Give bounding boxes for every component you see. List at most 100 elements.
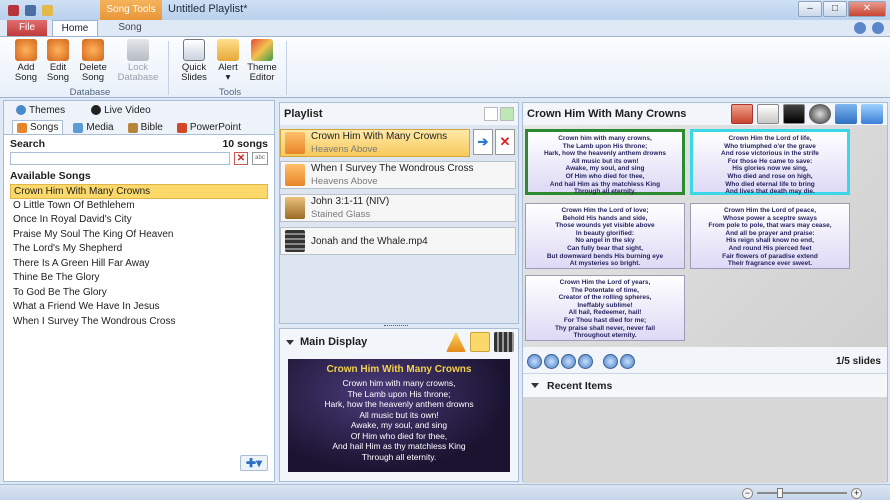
- slide-lyric-line: All hail, Redeemer, hail!: [568, 309, 642, 317]
- clear-screen-icon[interactable]: [731, 104, 753, 124]
- minimize-button[interactable]: –: [798, 1, 822, 17]
- go-live-arrow-icon[interactable]: ➔: [473, 129, 493, 155]
- list-item[interactable]: O Little Town Of Bethlehem: [10, 199, 268, 214]
- camera-icon[interactable]: [809, 104, 831, 124]
- status-bar: − +: [0, 484, 890, 500]
- zoom-preview-icon[interactable]: [470, 332, 490, 352]
- slide-lyric-line: Crown Him the Lord of life,: [728, 135, 812, 142]
- previous-slide-icon[interactable]: [544, 353, 559, 369]
- collapse-arrow-icon: [531, 383, 539, 388]
- playlist-item-title: Crown Him With Many Crowns: [311, 131, 448, 142]
- first-slide-icon[interactable]: [527, 353, 542, 369]
- list-item[interactable]: What a Friend We Have In Jesus: [10, 300, 268, 315]
- zoom-in-icon[interactable]: +: [851, 487, 862, 499]
- slide-lyric-line: And hail Him as thy matchless King: [549, 180, 661, 188]
- playlist-title: Playlist: [284, 108, 323, 120]
- tab-powerpoint[interactable]: PowerPoint: [173, 121, 245, 134]
- app-logo-icon[interactable]: [8, 4, 19, 16]
- clear-search-icon[interactable]: ✕: [234, 152, 248, 165]
- save-icon[interactable]: [25, 4, 36, 16]
- tab-home[interactable]: Home: [52, 20, 98, 37]
- list-item[interactable]: There Is A Green Hill Far Away: [10, 257, 268, 272]
- help-icon[interactable]: [872, 22, 884, 34]
- output-tools: [731, 104, 887, 124]
- black-screen-icon[interactable]: [783, 104, 805, 124]
- ribbon-right-controls: [854, 22, 884, 34]
- display-settings-icon[interactable]: [861, 104, 883, 124]
- tab-file[interactable]: File: [7, 20, 47, 36]
- collapse-arrow-icon[interactable]: [286, 339, 294, 345]
- maximize-button[interactable]: □: [823, 1, 847, 17]
- playlist-item[interactable]: Jonah and the Whale.mp4: [280, 227, 516, 255]
- list-item[interactable]: To God Be The Glory: [10, 286, 268, 301]
- recent-items-area: [523, 397, 887, 483]
- playlist-expand-icon[interactable]: [500, 107, 514, 121]
- slides-title: Crown Him With Many Crowns: [527, 108, 687, 120]
- tab-themes[interactable]: Themes: [12, 104, 69, 117]
- slide-thumbnail[interactable]: Crown Him the Lord of love; Behold His ha…: [525, 203, 685, 269]
- slide-lyric-line: For those He came to save:: [727, 157, 813, 165]
- delete-song-label-2: Song: [81, 72, 105, 83]
- main-display-header: Main Display: [280, 329, 518, 355]
- playlist-print-icon[interactable]: [484, 107, 498, 121]
- edit-song-button[interactable]: Edit Song: [38, 39, 78, 83]
- edit-song-icon: [47, 39, 69, 61]
- list-item[interactable]: The Lord's My Shepherd: [10, 242, 268, 257]
- delete-song-button[interactable]: Delete Song: [73, 39, 113, 83]
- tab-bible[interactable]: Bible: [124, 121, 167, 134]
- zoom-thumb[interactable]: [777, 488, 783, 498]
- list-item[interactable]: When I Survey The Wondrous Cross: [10, 315, 268, 330]
- preview-lyric-line: Hark, how the heavenly anthem drowns: [324, 399, 474, 409]
- logo-screen-icon[interactable]: [757, 104, 779, 124]
- playlist-item[interactable]: When I Survey The Wondrous Cross Heavens …: [280, 161, 516, 189]
- tab-songs[interactable]: Songs: [12, 120, 64, 134]
- slide-thumbnail[interactable]: Crown Him the Lord of years, The Potentat…: [525, 275, 685, 341]
- clapperboard-icon[interactable]: [494, 332, 514, 352]
- zoom-slider[interactable]: [757, 488, 847, 498]
- open-folder-icon[interactable]: [42, 4, 53, 16]
- slide-lyric-line: Crown Him the Lord of years,: [559, 279, 651, 286]
- playlist-item[interactable]: John 3:1-11 (NIV) Stained Glass: [280, 194, 516, 222]
- tab-live-video[interactable]: Live Video: [87, 104, 155, 117]
- slide-lyric-line: And rose victorious in the strife: [721, 150, 819, 158]
- song-tools-context-tab: Song Tools: [100, 0, 162, 20]
- preview-lyric-line: All music but its own!: [359, 409, 439, 420]
- bible-icon: [285, 197, 305, 219]
- slide-thumbnail[interactable]: Crown him with many crowns, The Lamb upon…: [525, 129, 685, 195]
- tab-song[interactable]: Song: [108, 20, 152, 36]
- playlist-item[interactable]: Crown Him With Many Crowns Heavens Above: [280, 129, 470, 157]
- search-input[interactable]: [10, 152, 230, 165]
- theme-editor-button[interactable]: Theme Editor: [242, 39, 282, 83]
- ribbon-separator: [286, 41, 287, 95]
- play-icon[interactable]: [561, 353, 576, 369]
- slide-lyric-line: Of Him who died for thee,: [565, 172, 645, 180]
- slide-thumbnail[interactable]: Crown Him the Lord of peace, Whose power …: [690, 203, 850, 269]
- zoom-out-icon[interactable]: −: [742, 487, 753, 499]
- search-options-icon[interactable]: abc: [252, 152, 268, 165]
- add-to-playlist-button[interactable]: ✚▾: [240, 455, 268, 471]
- preview-lyric-line: Crown him with many crowns,: [342, 378, 456, 388]
- recent-items-header[interactable]: Recent Items: [523, 373, 887, 397]
- slide-thumbnail[interactable]: Crown Him the Lord of life, Who triumphed…: [690, 129, 850, 195]
- list-item[interactable]: Once In Royal David's City: [10, 213, 268, 228]
- warning-icon[interactable]: [446, 332, 466, 352]
- slide-lyric-line: And round His pierced feet: [728, 244, 812, 252]
- splitter-handle[interactable]: [384, 325, 408, 327]
- song-note-icon: [285, 132, 305, 154]
- remove-item-icon[interactable]: ✕: [495, 129, 515, 155]
- list-item[interactable]: Thine Be The Glory: [10, 271, 268, 286]
- collapse-ribbon-icon[interactable]: [854, 22, 866, 34]
- lock-database-button[interactable]: Lock Database: [116, 39, 160, 83]
- live-video-icon: [91, 105, 102, 115]
- list-item[interactable]: Praise My Soul The King Of Heaven: [10, 228, 268, 243]
- next-slide-icon[interactable]: [578, 353, 593, 369]
- tab-media[interactable]: Media: [69, 121, 117, 134]
- list-item[interactable]: Crown Him With Many Crowns: [10, 184, 268, 199]
- slide-lyric-line: His glories now we sing,: [732, 165, 808, 173]
- close-button[interactable]: ✕: [848, 1, 886, 17]
- output-window-icon[interactable]: [835, 104, 857, 124]
- tab-songs-label: Songs: [30, 122, 59, 133]
- slide-lyric-line: Thy praise shall never, never fail: [554, 324, 656, 332]
- loop-back-icon[interactable]: [603, 353, 618, 369]
- loop-forward-icon[interactable]: [620, 353, 635, 369]
